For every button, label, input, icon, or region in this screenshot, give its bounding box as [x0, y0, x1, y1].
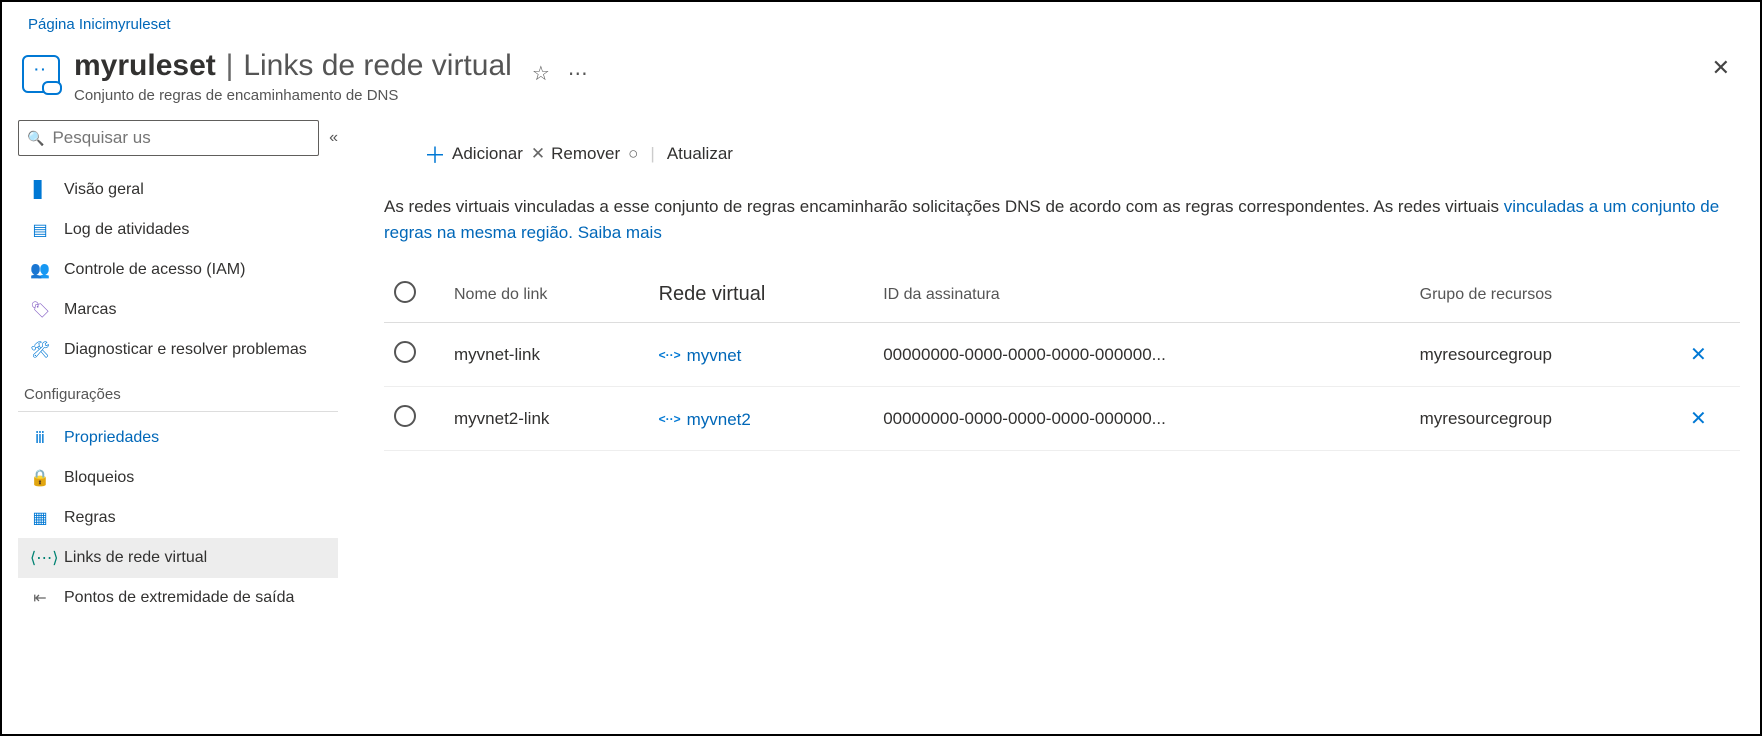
- sidebar-item-rules[interactable]: ▦ Regras: [18, 498, 338, 538]
- sidebar-item-label: Visão geral: [64, 181, 144, 199]
- sidebar-item-overview[interactable]: ▋ Visão geral: [18, 170, 338, 210]
- select-all-checkbox[interactable]: [394, 281, 416, 303]
- vnet-links-table: Nome do link Rede virtual ID da assinatu…: [384, 267, 1740, 451]
- refresh-icon: ○: [628, 144, 638, 164]
- learn-more-link[interactable]: Saiba mais: [578, 223, 662, 242]
- description-copy: As redes virtuais vinculadas a esse conj…: [384, 197, 1504, 216]
- sidebar-item-diagnose[interactable]: 🛠 Diagnosticar e resolver problemas: [18, 330, 338, 370]
- delete-row-button[interactable]: ✕: [1690, 408, 1707, 430]
- cell-resource-group: myresourcegroup: [1410, 387, 1680, 451]
- vnet-icon: <··>: [659, 348, 679, 364]
- sidebar-item-label: Links de rede virtual: [64, 549, 207, 567]
- remove-button[interactable]: ✕ Remover: [531, 144, 620, 164]
- delete-row-button[interactable]: ✕: [1690, 344, 1707, 366]
- toolbar: ＋ Adicionar ✕ Remover ○ | Atualizar: [384, 120, 1740, 194]
- collapse-sidebar-button[interactable]: «: [329, 129, 338, 147]
- plus-icon: ＋: [424, 138, 446, 170]
- table-row[interactable]: myvnet2-link <··>myvnet2 00000000-0000-000…: [384, 387, 1740, 451]
- cell-subscription-id: 00000000-0000-0000-0000-000000...: [873, 387, 1409, 451]
- vnet-link[interactable]: <··>myvnet: [659, 346, 742, 366]
- sidebar-item-label: Controle de acesso (IAM): [64, 261, 245, 279]
- col-resource-group[interactable]: Grupo de recursos: [1410, 267, 1680, 323]
- sidebar-item-iam[interactable]: 👥 Controle de acesso (IAM): [18, 250, 338, 290]
- search-icon: 🔍: [27, 130, 44, 147]
- sidebar-item-label: Marcas: [64, 301, 116, 319]
- main-content: ＋ Adicionar ✕ Remover ○ | Atualizar As re…: [348, 120, 1760, 732]
- page-title: myruleset: [74, 49, 216, 82]
- lock-icon: 🔒: [30, 468, 50, 488]
- cell-link-name: myvnet-link: [444, 323, 649, 387]
- sidebar-item-locks[interactable]: 🔒 Bloqueios: [18, 458, 338, 498]
- page-subtitle: Links de rede virtual: [243, 49, 511, 82]
- sidebar-item-label: Diagnosticar e resolver problemas: [64, 341, 307, 359]
- close-button[interactable]: ✕: [1712, 55, 1740, 81]
- properties-icon: ⅲ: [30, 428, 50, 448]
- row-select-checkbox[interactable]: [394, 341, 416, 363]
- wrench-icon: 🛠: [30, 340, 50, 360]
- vnet-link[interactable]: <··>myvnet2: [659, 410, 751, 430]
- breadcrumb: Página Inicimyruleset: [2, 2, 1760, 41]
- vnet-icon: <··>: [659, 412, 679, 428]
- outbound-icon: ⇤: [30, 588, 50, 608]
- refresh-label: Atualizar: [667, 144, 733, 164]
- sidebar-item-properties[interactable]: ⅲ Propriedades: [18, 418, 338, 458]
- page-header: ·· myruleset | Links de rede virtual Con…: [2, 41, 1760, 120]
- sidebar-section-settings: Configurações: [18, 370, 338, 412]
- sidebar-item-label: Log de atividades: [64, 221, 189, 239]
- title-separator: |: [226, 49, 234, 82]
- col-subscription-id[interactable]: ID da assinatura: [873, 267, 1409, 323]
- cell-subscription-id: 00000000-0000-0000-0000-000000...: [873, 323, 1409, 387]
- sidebar-item-label: Propriedades: [64, 429, 159, 447]
- sidebar: 🔍 « ▋ Visão geral ▤ Log de atividades 👥 …: [2, 120, 348, 732]
- breadcrumb-home[interactable]: Página Inici: [28, 16, 106, 33]
- sidebar-item-label: Pontos de extremidade de saída: [64, 589, 294, 607]
- add-button[interactable]: ＋ Adicionar: [424, 138, 523, 170]
- sidebar-item-vnet-links[interactable]: ⟨⋯⟩ Links de rede virtual: [18, 538, 338, 578]
- sidebar-item-label: Regras: [64, 509, 116, 527]
- tag-icon: 🏷: [30, 300, 50, 320]
- table-row[interactable]: myvnet-link <··>myvnet 00000000-0000-0000-…: [384, 323, 1740, 387]
- sidebar-item-outbound-endpoints[interactable]: ⇤ Pontos de extremidade de saída: [18, 578, 338, 618]
- document-icon: ▋: [30, 180, 50, 200]
- people-icon: 👥: [30, 260, 50, 280]
- search-box[interactable]: 🔍: [18, 120, 319, 156]
- remove-label: Remover: [551, 144, 620, 164]
- col-vnet[interactable]: Rede virtual: [649, 267, 874, 323]
- favorite-icon[interactable]: ☆: [532, 61, 550, 86]
- sidebar-item-tags[interactable]: 🏷 Marcas: [18, 290, 338, 330]
- col-link-name[interactable]: Nome do link: [444, 267, 649, 323]
- cell-link-name: myvnet2-link: [444, 387, 649, 451]
- activity-log-icon: ▤: [30, 220, 50, 240]
- rules-icon: ▦: [30, 508, 50, 528]
- vnet-link-icon: ⟨⋯⟩: [30, 548, 50, 568]
- search-input[interactable]: [52, 128, 310, 148]
- add-label: Adicionar: [452, 144, 523, 164]
- ruleset-icon: ··: [22, 55, 60, 93]
- sidebar-item-label: Bloqueios: [64, 469, 134, 487]
- resource-type-label: Conjunto de regras de encaminhamento de …: [74, 87, 512, 104]
- cell-resource-group: myresourcegroup: [1410, 323, 1680, 387]
- remove-x-icon: ✕: [531, 144, 545, 164]
- refresh-button[interactable]: ○ | Atualizar: [628, 144, 733, 164]
- toolbar-separator: |: [650, 144, 654, 164]
- row-select-checkbox[interactable]: [394, 405, 416, 427]
- description-text: As redes virtuais vinculadas a esse conj…: [384, 194, 1740, 245]
- more-icon[interactable]: ⋯: [568, 61, 588, 86]
- breadcrumb-resource[interactable]: myruleset: [106, 16, 171, 33]
- sidebar-item-activity-log[interactable]: ▤ Log de atividades: [18, 210, 338, 250]
